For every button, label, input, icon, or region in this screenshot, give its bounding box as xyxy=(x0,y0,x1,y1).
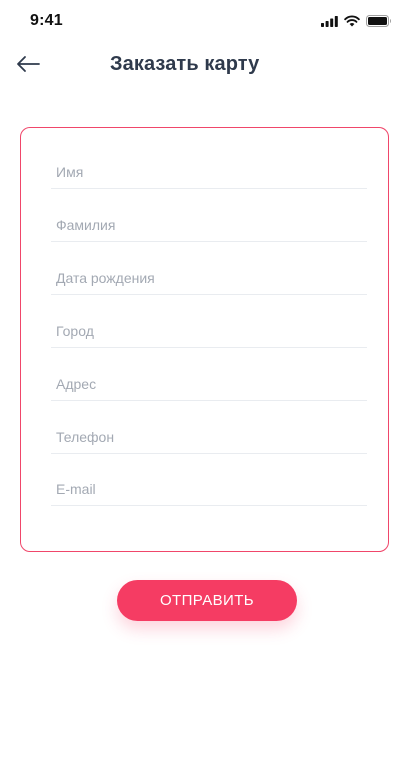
signal-icon xyxy=(321,15,338,27)
status-icons xyxy=(321,15,392,27)
city-field xyxy=(51,316,367,348)
header: Заказать карту xyxy=(0,44,414,88)
first-name-field xyxy=(51,157,367,189)
wifi-icon xyxy=(344,15,360,27)
phone-field xyxy=(51,422,367,454)
birth-date-input[interactable] xyxy=(51,263,367,293)
battery-icon xyxy=(366,15,392,27)
back-button[interactable] xyxy=(14,52,42,80)
status-bar: 9:41 xyxy=(0,0,414,44)
order-card-form xyxy=(20,127,389,552)
email-field xyxy=(51,474,367,506)
birth-date-field xyxy=(51,263,367,295)
address-field xyxy=(51,369,367,401)
arrow-left-icon xyxy=(15,55,41,78)
email-input[interactable] xyxy=(51,474,367,504)
status-time: 9:41 xyxy=(30,12,63,29)
first-name-input[interactable] xyxy=(51,157,367,187)
address-input[interactable] xyxy=(51,369,367,399)
last-name-input[interactable] xyxy=(51,210,367,240)
city-input[interactable] xyxy=(51,316,367,346)
page-title: Заказать карту xyxy=(110,53,260,75)
phone-input[interactable] xyxy=(51,422,367,452)
submit-button[interactable]: ОТПРАВИТЬ xyxy=(117,580,297,621)
last-name-field xyxy=(51,210,367,242)
